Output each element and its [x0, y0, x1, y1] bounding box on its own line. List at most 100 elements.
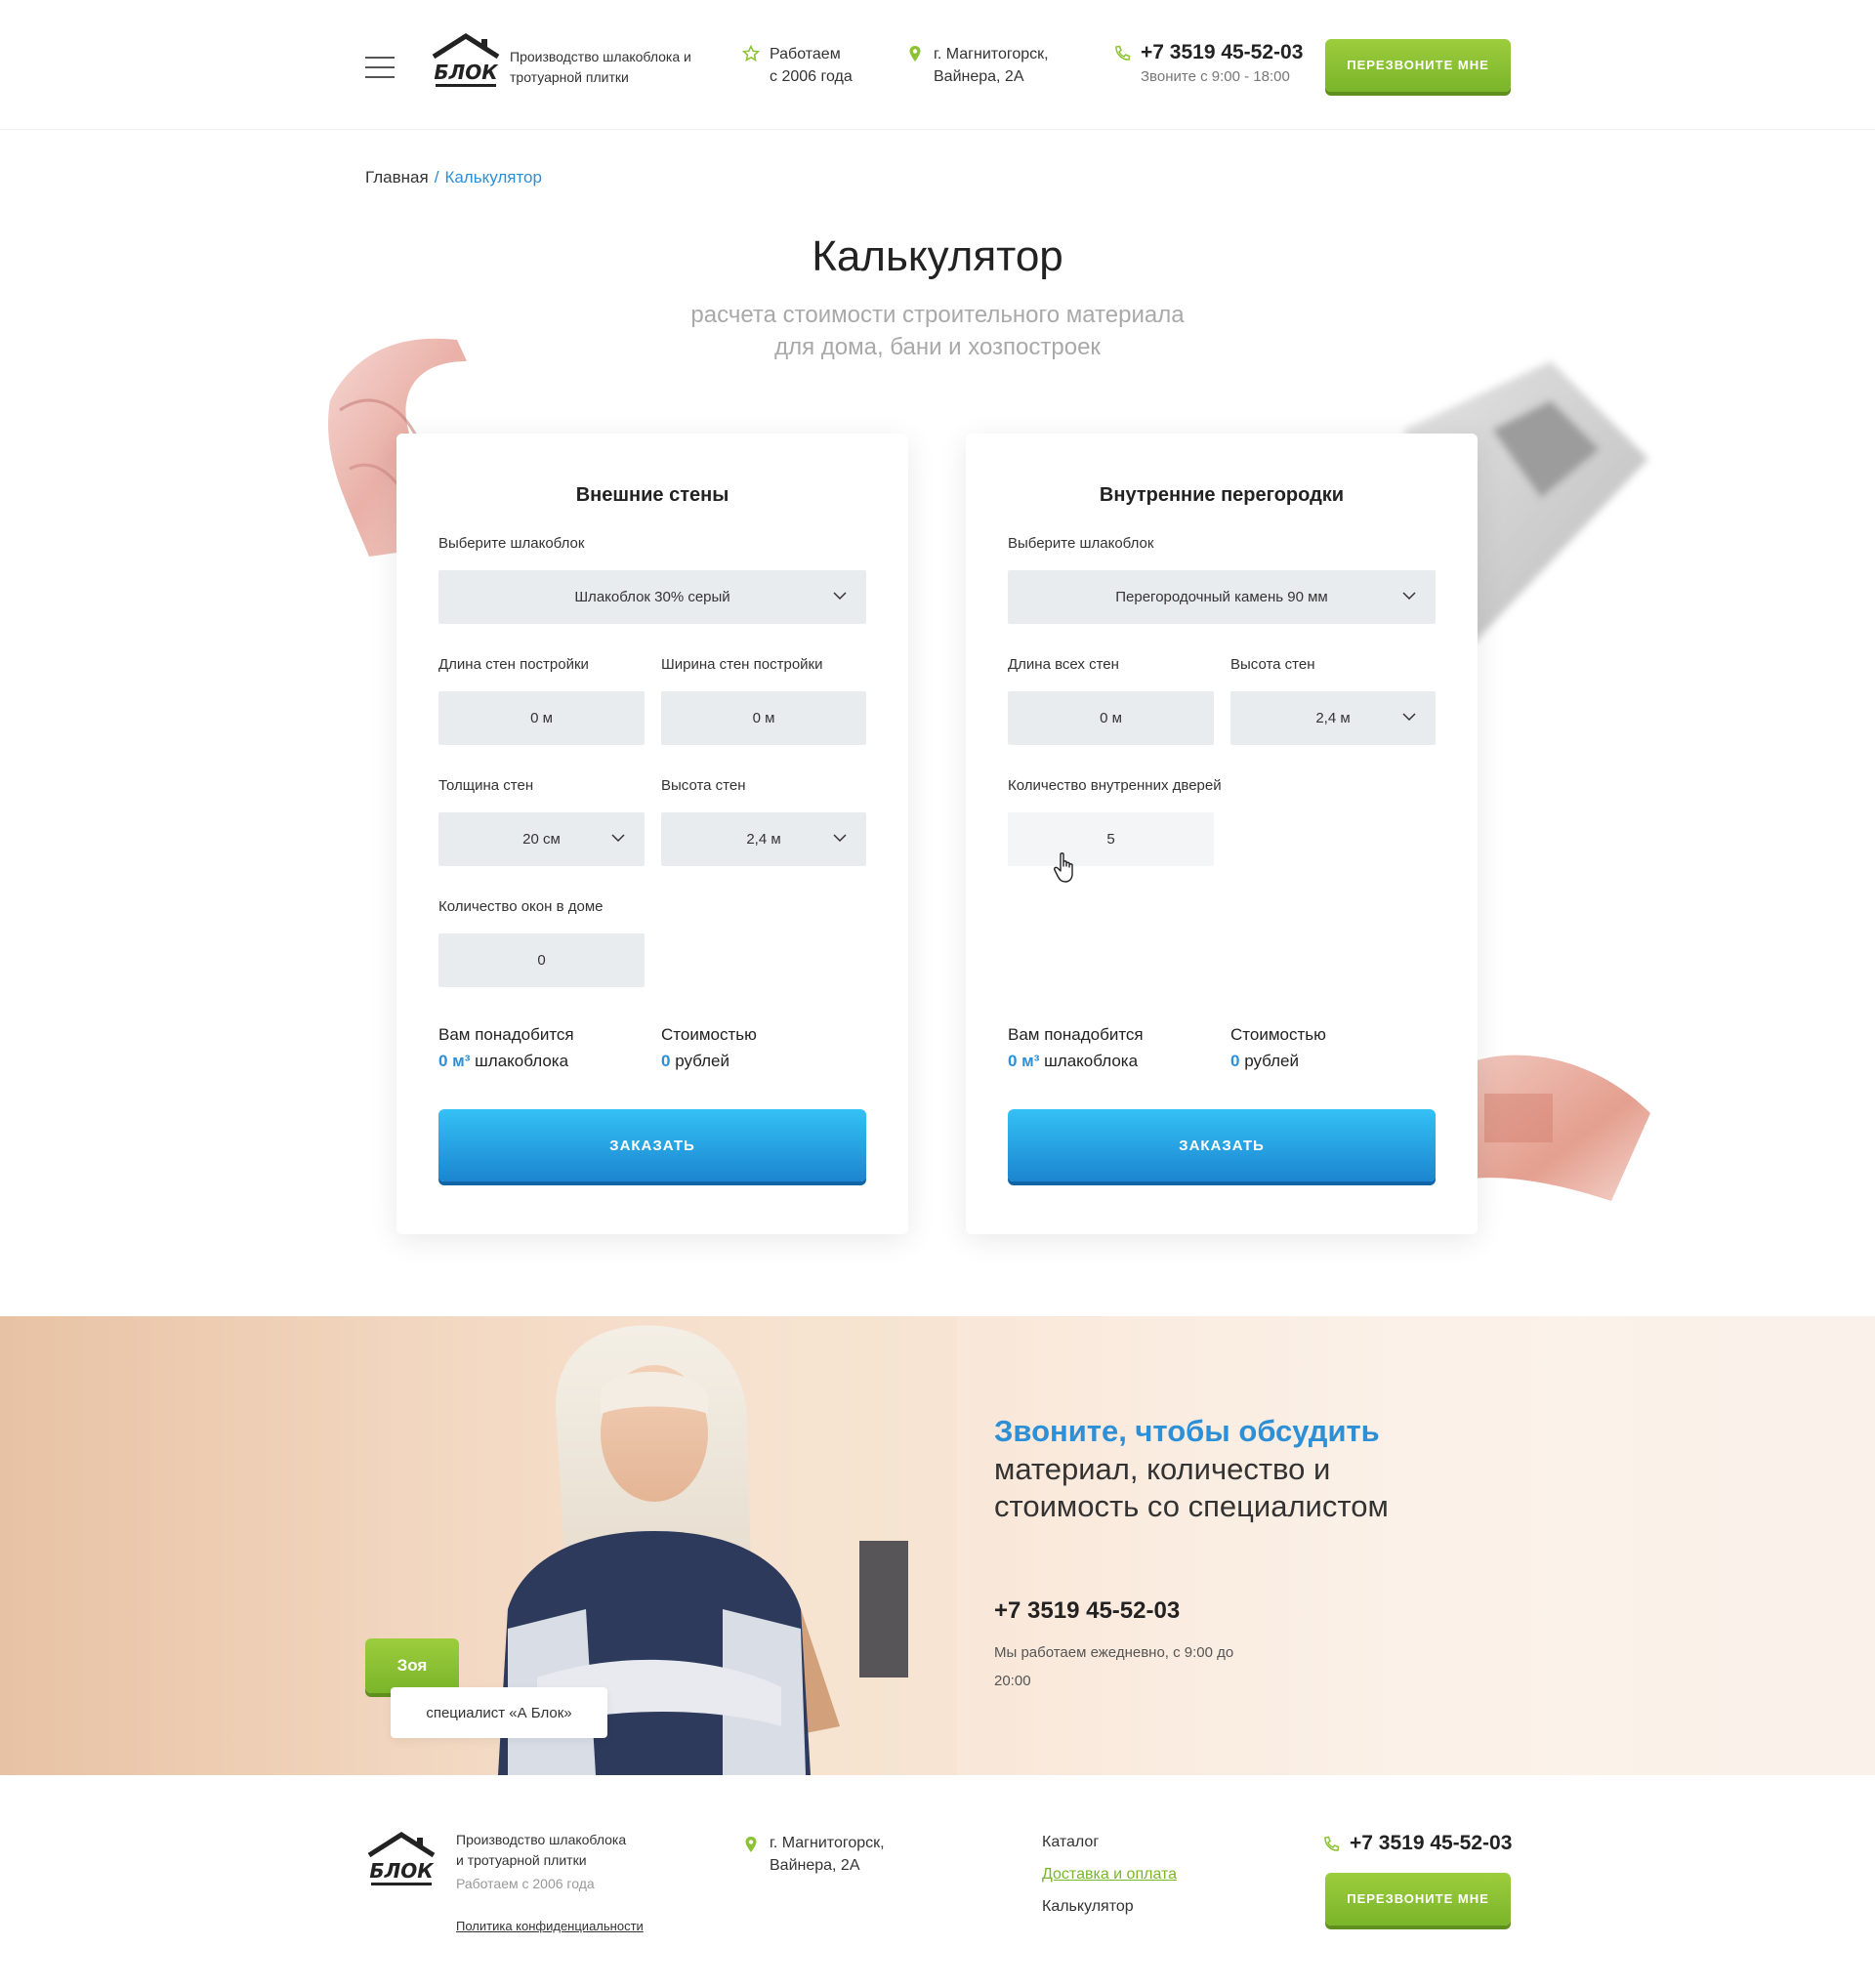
map-pin-icon — [745, 1837, 757, 1852]
privacy-policy-link[interactable]: Политика конфиденциальности — [456, 1916, 644, 1936]
consult-banner: Зоя специалист «А Блок» Звоните, чтобы о… — [0, 1316, 1875, 1775]
outer-thickness-label: Толщина стен — [438, 777, 534, 794]
inner-need-result: Вам понадобится 0 м³ шлакоблока — [1008, 1021, 1144, 1074]
outer-thickness-value: 20 см — [522, 831, 561, 848]
footer-address: г. Магнитогорск, Вайнера, 2А — [770, 1832, 885, 1877]
since-line-2: с 2006 года — [770, 68, 853, 85]
footer-tagline-line-2: и тротуарной плитки — [456, 1852, 587, 1868]
menu-icon[interactable] — [365, 57, 395, 78]
inner-block-value: Перегородочный камень 90 мм — [1115, 589, 1328, 605]
outer-need-value: 0 м³ — [438, 1052, 471, 1070]
outer-walls-card: Внешние стены Выберите шлакоблок Шлакобл… — [396, 434, 908, 1234]
chevron-down-icon — [1402, 713, 1416, 721]
breadcrumb-separator: / — [434, 168, 439, 186]
outer-width-label: Ширина стен постройки — [661, 656, 823, 673]
outer-cost-label: Стоимостью — [661, 1025, 757, 1044]
outer-walls-title: Внешние стены — [575, 484, 729, 506]
banner-heading-accent: Звоните, чтобы обсудить — [994, 1414, 1380, 1448]
inner-block-select[interactable]: Перегородочный камень 90 мм — [1008, 570, 1436, 624]
footer-logo[interactable]: БЛОК — [365, 1832, 438, 1888]
inner-need-value: 0 м³ — [1008, 1052, 1040, 1070]
footer-since: Работаем с 2006 года — [456, 1876, 595, 1891]
address-info: г. Магнитогорск, Вайнера, 2А — [909, 43, 1090, 88]
header-phone[interactable]: +7 3519 45-52-03 — [1141, 41, 1303, 64]
banner-work-hours: Мы работаем ежедневно, с 9:00 до 20:00 — [994, 1644, 1234, 1689]
callback-button[interactable]: ПЕРЕЗВОНИТЕ МНЕ — [1325, 39, 1511, 92]
footer-callback-button[interactable]: ПЕРЕЗВОНИТЕ МНЕ — [1325, 1873, 1511, 1926]
outer-thickness-select[interactable]: 20 см — [438, 812, 645, 866]
phone-icon — [1324, 1836, 1340, 1851]
inner-need-unit: шлакоблока — [1044, 1052, 1139, 1070]
chevron-down-icon — [611, 834, 625, 842]
outer-need-result: Вам понадобится 0 м³ шлакоблока — [438, 1021, 574, 1074]
logo[interactable]: БЛОК — [430, 33, 502, 90]
breadcrumb: Главная / Калькулятор — [365, 168, 542, 187]
outer-windows-input[interactable]: 0 — [438, 933, 645, 987]
inner-cost-label: Стоимостью — [1230, 1025, 1326, 1044]
svg-text:БЛОК: БЛОК — [434, 61, 499, 84]
header-phone-hours: Звоните с 9:00 - 18:00 — [1141, 68, 1290, 85]
outer-length-input[interactable]: 0 м — [438, 691, 645, 745]
outer-block-value: Шлакоблок 30% серый — [574, 589, 730, 605]
svg-text:БЛОК: БЛОК — [369, 1859, 435, 1883]
inner-length-label: Длина всех стен — [1008, 656, 1119, 673]
outer-length-label: Длина стен постройки — [438, 656, 589, 673]
inner-partitions-card: Внутренние перегородки Выберите шлакобло… — [966, 434, 1478, 1234]
map-pin-icon — [909, 46, 921, 62]
outer-need-label: Вам понадобится — [438, 1025, 574, 1044]
footer-tagline-line-1: Производство шлакоблока — [456, 1832, 627, 1847]
footer-nav-catalog[interactable]: Каталог — [1042, 1834, 1099, 1851]
inner-need-label: Вам понадобится — [1008, 1025, 1144, 1044]
footer-address-line-1: г. Магнитогорск, — [770, 1835, 885, 1851]
outer-cost-unit: рублей — [675, 1052, 730, 1070]
star-icon — [742, 45, 760, 62]
footer-nav-calculator[interactable]: Калькулятор — [1042, 1898, 1134, 1916]
chevron-down-icon — [1402, 592, 1416, 600]
footer-tagline: Производство шлакоблока и тротуарной пли… — [456, 1830, 626, 1894]
breadcrumb-current: Калькулятор — [444, 168, 542, 186]
chevron-down-icon — [833, 834, 847, 842]
outer-height-value: 2,4 м — [746, 831, 781, 848]
outer-block-select[interactable]: Шлакоблок 30% серый — [438, 570, 866, 624]
hand-cursor-icon — [1054, 852, 1073, 883]
inner-doors-input[interactable]: 5 — [1008, 812, 1214, 866]
subtitle-line-1: расчета стоимости строительного материал… — [690, 302, 1185, 328]
breadcrumb-home[interactable]: Главная — [365, 168, 429, 186]
since-info: Работаем с 2006 года — [742, 43, 887, 88]
since-line-1: Работаем — [770, 46, 841, 62]
banner-heading-rest: материал, количество и стоимость со спец… — [994, 1452, 1389, 1523]
outer-order-button[interactable]: ЗАКАЗАТЬ — [438, 1109, 866, 1181]
outer-windows-label: Количество окон в доме — [438, 898, 604, 915]
inner-height-label: Высота стен — [1230, 656, 1315, 673]
outer-cost-value: 0 — [661, 1052, 671, 1070]
header-tagline: Производство шлакоблока и тротуарной пли… — [510, 49, 691, 85]
inner-block-label: Выберите шлакоблок — [1008, 535, 1154, 552]
inner-height-select[interactable]: 2,4 м — [1230, 691, 1436, 745]
specialist-role-badge: специалист «А Блок» — [391, 1687, 607, 1738]
banner-phone[interactable]: +7 3519 45-52-03 — [994, 1597, 1180, 1625]
footer-address-line-2: Вайнера, 2А — [770, 1857, 860, 1874]
outer-width-input[interactable]: 0 м — [661, 691, 866, 745]
outer-height-select[interactable]: 2,4 м — [661, 812, 866, 866]
inner-doors-label: Количество внутренних дверей — [1008, 777, 1222, 794]
page-title: Калькулятор — [812, 232, 1063, 280]
banknote-image-right — [1455, 1055, 1650, 1201]
phone-icon — [1115, 45, 1131, 61]
inner-cost-value: 0 — [1230, 1052, 1240, 1070]
inner-cost-unit: рублей — [1244, 1052, 1300, 1070]
inner-order-button[interactable]: ЗАКАЗАТЬ — [1008, 1109, 1436, 1181]
footer-nav-delivery[interactable]: Доставка и оплата — [1042, 1866, 1177, 1884]
outer-block-label: Выберите шлакоблок — [438, 535, 585, 552]
inner-cost-result: Стоимостью 0 рублей — [1230, 1021, 1326, 1074]
outer-cost-result: Стоимостью 0 рублей — [661, 1021, 757, 1074]
inner-partitions-title: Внутренние перегородки — [1099, 484, 1345, 506]
inner-height-value: 2,4 м — [1315, 710, 1351, 726]
address-line-1: г. Магнитогорск, — [934, 46, 1049, 62]
specialist-name-badge: Зоя — [365, 1638, 459, 1693]
inner-length-input[interactable]: 0 м — [1008, 691, 1214, 745]
chevron-down-icon — [833, 592, 847, 600]
outer-need-unit: шлакоблока — [475, 1052, 569, 1070]
site-header: БЛОК Производство шлакоблока и тротуарно… — [0, 0, 1875, 130]
outer-height-label: Высота стен — [661, 777, 746, 794]
footer-phone[interactable]: +7 3519 45-52-03 — [1350, 1832, 1512, 1855]
